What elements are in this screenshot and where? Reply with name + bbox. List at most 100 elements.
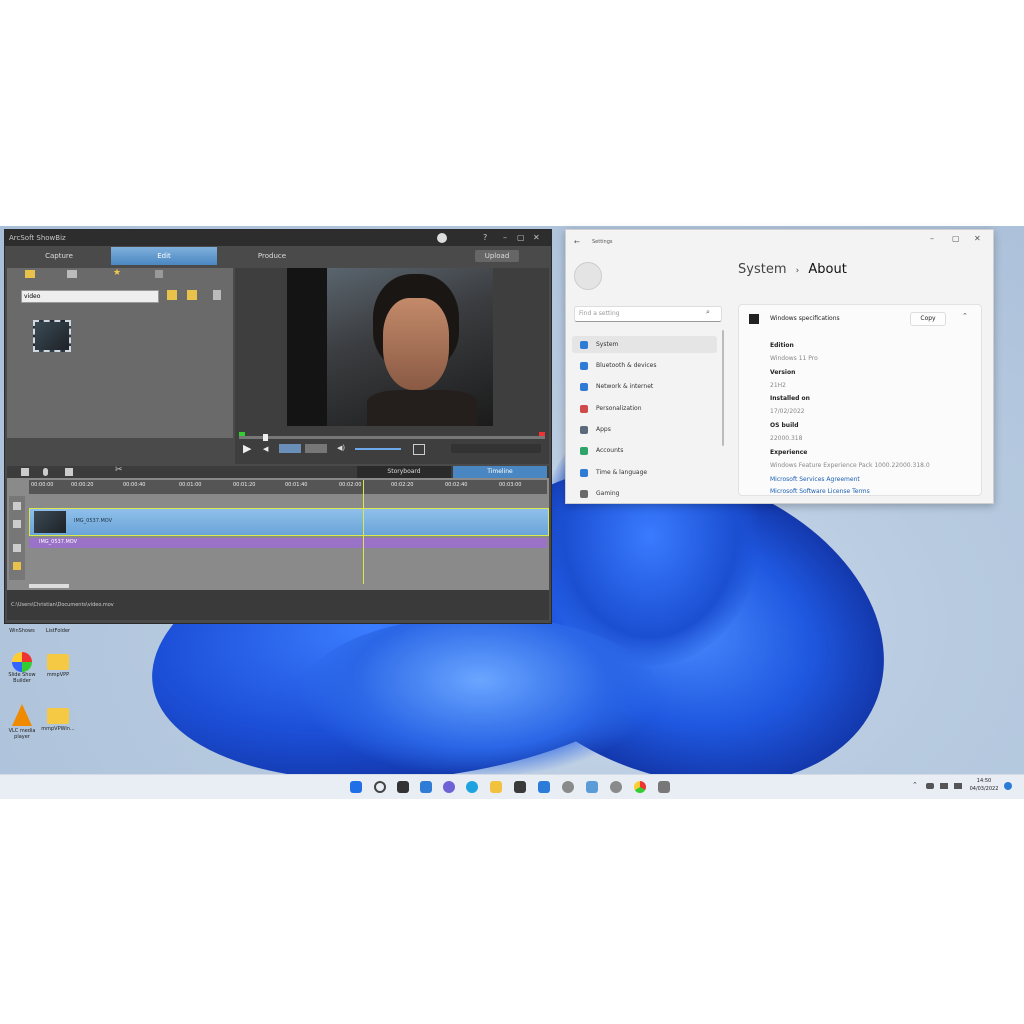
track-music-icon[interactable] — [13, 562, 21, 570]
nav-apps[interactable]: Apps — [572, 421, 717, 438]
volume-slider[interactable] — [355, 448, 401, 450]
search-icon[interactable] — [374, 781, 386, 793]
timeline-tab[interactable]: Timeline — [453, 466, 547, 478]
close-icon[interactable]: ✕ — [533, 230, 540, 246]
upload-button[interactable]: Upload — [475, 250, 519, 262]
search-icon[interactable]: ⌕ — [706, 308, 710, 317]
spec-header: Windows specifications — [770, 315, 840, 322]
services-agreement-link[interactable]: Microsoft Services Agreement — [770, 476, 860, 483]
settings-search-input[interactable]: Find a setting — [574, 306, 722, 322]
in-marker[interactable] — [239, 432, 245, 436]
storyboard-tab[interactable]: Storyboard — [357, 466, 451, 478]
play-icon[interactable]: ▶ — [243, 442, 251, 455]
audio-clip-label: IMG_0537.MOV — [39, 539, 78, 545]
widgets-icon[interactable] — [420, 781, 432, 793]
timeline-scrollbar[interactable] — [29, 584, 69, 588]
gamepad-icon — [580, 489, 588, 498]
nav-accounts[interactable]: Accounts — [572, 442, 717, 459]
nav-bluetooth[interactable]: Bluetooth & devices — [572, 357, 717, 374]
import-icon[interactable] — [187, 290, 197, 300]
tab-produce[interactable]: Produce — [219, 247, 325, 265]
edge-icon[interactable] — [466, 781, 478, 793]
user-avatar-icon[interactable] — [574, 262, 602, 290]
back-arrow-icon[interactable]: ← — [574, 238, 580, 246]
track-audio-icon[interactable] — [13, 544, 21, 552]
tray-chevron-icon[interactable]: ⌃ — [912, 781, 918, 789]
cloud-icon[interactable] — [926, 783, 934, 789]
star-icon[interactable]: ★ — [113, 268, 121, 278]
video-frame — [287, 268, 493, 426]
scrub-bar[interactable] — [239, 434, 545, 441]
nav-network[interactable]: Network & internet — [572, 378, 717, 395]
status-bar: C:\Users\Christian\Documents\video.mov — [7, 590, 549, 620]
copy-button[interactable]: Copy — [910, 312, 946, 326]
app-icon-4[interactable] — [658, 781, 670, 793]
minimize-icon[interactable]: – — [503, 230, 507, 246]
media-thumbnail[interactable] — [33, 320, 71, 352]
playhead[interactable] — [363, 480, 364, 584]
audio-track[interactable]: IMG_0537.MOV — [29, 538, 547, 548]
text-icon[interactable] — [155, 270, 163, 278]
nav-gaming[interactable]: Gaming — [572, 485, 717, 502]
trash-icon[interactable] — [21, 468, 29, 476]
spec-value: 17/02/2022 — [770, 408, 805, 415]
apps-icon — [580, 425, 588, 434]
delete-icon[interactable] — [213, 290, 221, 300]
store-icon[interactable] — [514, 781, 526, 793]
app-icon-2[interactable] — [586, 781, 598, 793]
track-video-icon[interactable] — [13, 502, 21, 510]
scissors-icon[interactable]: ✂ — [115, 465, 123, 475]
tab-capture[interactable]: Capture — [9, 247, 109, 265]
file-explorer-icon[interactable] — [490, 781, 502, 793]
tab-edit[interactable]: Edit — [111, 247, 217, 265]
license-terms-link[interactable]: Microsoft Software License Terms — [770, 488, 870, 495]
step-forward-button[interactable] — [305, 444, 327, 453]
volume-icon[interactable]: ◀) — [337, 444, 345, 452]
app-icon-3[interactable] — [610, 781, 622, 793]
network-icon[interactable] — [940, 783, 948, 789]
volume-icon[interactable] — [954, 783, 962, 789]
chrome-icon[interactable] — [634, 781, 646, 793]
clock[interactable]: 14:50 04/03/2022 — [966, 777, 1002, 793]
mail-icon[interactable] — [538, 781, 550, 793]
maximize-icon[interactable]: ▢ — [952, 234, 960, 243]
timeline-pane: ✂ Storyboard Timeline 00:00:00 00:00:20 … — [7, 465, 549, 620]
desktop-icon-folder-1[interactable]: mmpVPP — [36, 654, 80, 678]
folder-icon[interactable] — [25, 270, 35, 278]
maximize-icon[interactable]: ▢ — [517, 230, 525, 246]
video-track[interactable]: IMG_0537.MOV — [29, 508, 549, 536]
chevron-up-icon[interactable]: ⌃ — [962, 312, 968, 320]
help-icon[interactable] — [437, 233, 447, 243]
step-back-button[interactable] — [279, 444, 301, 453]
scrub-handle[interactable] — [263, 434, 268, 441]
nav-time-language[interactable]: Time & language — [572, 464, 717, 481]
mic-icon[interactable] — [43, 468, 48, 476]
time-ruler: 00:00:00 00:00:20 00:00:40 00:01:00 00:0… — [29, 480, 547, 494]
chat-icon[interactable] — [443, 781, 455, 793]
start-button-icon[interactable] — [350, 781, 362, 793]
split-icon[interactable] — [65, 468, 73, 476]
breadcrumb-parent[interactable]: System — [738, 262, 786, 277]
stop-icon[interactable]: ◀ — [263, 445, 268, 453]
task-view-icon[interactable] — [397, 781, 409, 793]
shoulders-shape — [367, 390, 477, 426]
clock-time: 14:50 — [976, 778, 992, 784]
track-lock-icon[interactable] — [13, 520, 21, 528]
desktop-icon-folder-2[interactable]: mmpVPWin... — [36, 708, 80, 732]
settings-title: Settings — [592, 239, 613, 245]
help-question-icon[interactable]: ? — [483, 230, 487, 246]
desktop-icon-listfolder[interactable]: ListFolder — [36, 628, 80, 634]
ruler-tick: 00:01:20 — [233, 482, 256, 488]
open-folder-icon[interactable] — [167, 290, 177, 300]
nav-personalization[interactable]: Personalization — [572, 400, 717, 417]
minimize-icon[interactable]: – — [930, 234, 934, 243]
out-marker[interactable] — [539, 432, 545, 436]
nav-system[interactable]: System — [572, 336, 717, 353]
nav-scrollbar[interactable] — [722, 330, 724, 446]
notification-icon[interactable] — [1004, 782, 1012, 790]
media-folder-select[interactable]: video — [21, 290, 159, 303]
app-icon-1[interactable] — [562, 781, 574, 793]
close-icon[interactable]: ✕ — [974, 234, 981, 243]
film-icon[interactable] — [67, 270, 77, 278]
fullscreen-icon[interactable] — [413, 444, 425, 455]
